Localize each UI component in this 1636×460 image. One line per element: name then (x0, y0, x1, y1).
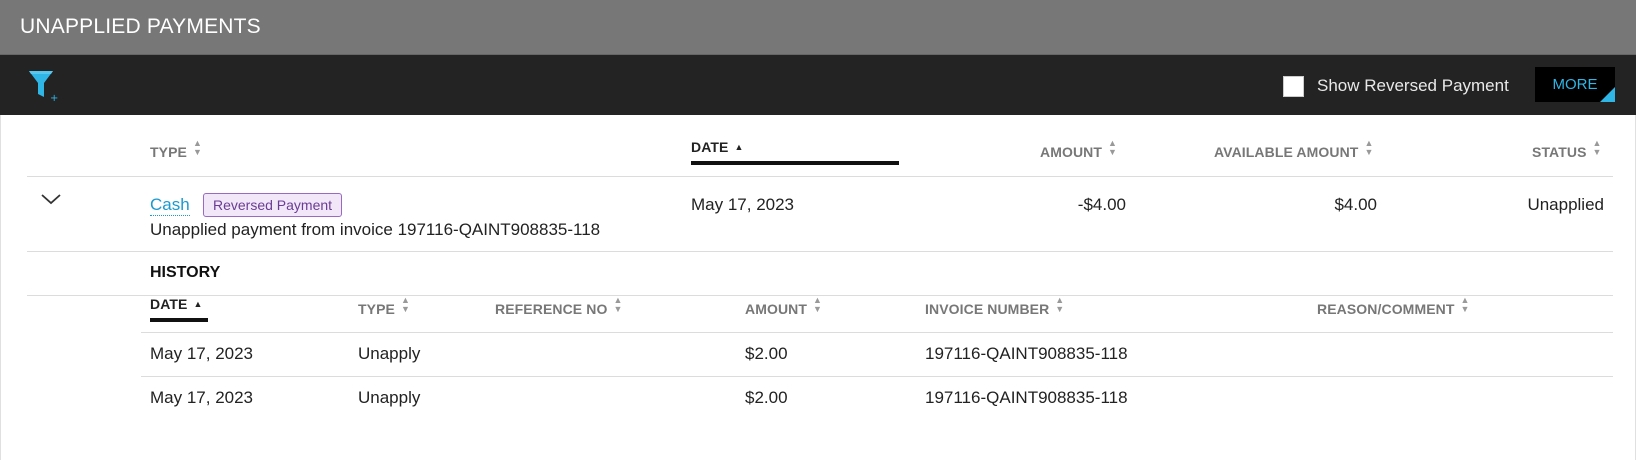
sort-icon: ▲ ▼ (1364, 138, 1374, 157)
active-sort-indicator (150, 318, 208, 322)
history-header-type[interactable]: TYPE ▲ ▼ (358, 295, 410, 318)
divider (27, 251, 1613, 252)
show-reversed-payment-label: Show Reversed Payment (1317, 76, 1509, 95)
page-title: UNAPPLIED PAYMENTS (20, 15, 261, 38)
collapse-row-chevron-icon[interactable] (39, 192, 63, 206)
column-header-status[interactable]: STATUS ▲ ▼ (1532, 138, 1602, 161)
payments-panel: TYPE ▲ ▼ DATE ▲ AMOUNT ▲ ▼ AVAILABLE AMOUNT ▲ ▼… (0, 115, 1636, 460)
history-header-type-label: TYPE (358, 301, 395, 317)
sort-icon: ▲ ▼ (813, 295, 823, 314)
sort-ascending-icon: ▲ (193, 299, 203, 309)
column-header-date-label: DATE (691, 139, 729, 155)
svg-text:+: + (50, 93, 58, 103)
sort-ascending-icon: ▲ (734, 142, 744, 152)
sort-icon: ▲ ▼ (1460, 295, 1470, 314)
column-header-amount[interactable]: AMOUNT ▲ ▼ (1040, 138, 1118, 161)
history-invoice-number: 197116-QAINT908835-118 (925, 388, 1128, 407)
toolbar: + Show Reversed Payment MORE (0, 55, 1636, 115)
history-header-reference-no-label: REFERENCE NO (495, 301, 608, 317)
payment-amount: -$4.00 (1077, 195, 1126, 214)
filter-add-icon: + (29, 71, 58, 104)
page-header: UNAPPLIED PAYMENTS (0, 0, 1636, 55)
sort-icon: ▲ ▼ (1592, 138, 1602, 157)
payment-type-link[interactable]: Cash (150, 195, 190, 216)
divider (141, 376, 1613, 377)
divider (27, 176, 1613, 177)
history-header-amount-label: AMOUNT (745, 301, 808, 317)
divider (141, 332, 1613, 333)
history-header-reason-comment[interactable]: REASON/COMMENT ▲ ▼ (1317, 295, 1470, 318)
column-header-amount-label: AMOUNT (1040, 144, 1103, 160)
history-invoice-number: 197116-QAINT908835-118 (925, 344, 1128, 363)
show-reversed-payment-checkbox[interactable] (1283, 75, 1304, 97)
history-header-reference-no[interactable]: REFERENCE NO ▲ ▼ (495, 295, 623, 318)
history-header-invoice-number[interactable]: INVOICE NUMBER ▲ ▼ (925, 295, 1065, 318)
sort-icon: ▲ ▼ (613, 295, 623, 314)
history-header-date-label: DATE (150, 296, 188, 312)
history-amount: $2.00 (745, 344, 788, 363)
active-sort-indicator (691, 161, 899, 165)
more-button[interactable]: MORE (1535, 67, 1615, 102)
corner-triangle-icon (1600, 87, 1615, 102)
more-button-label: MORE (1552, 76, 1598, 93)
sort-icon: ▲ ▼ (192, 138, 202, 157)
column-header-type[interactable]: TYPE ▲ ▼ (150, 138, 202, 161)
history-type: Unapply (358, 344, 421, 363)
history-date: May 17, 2023 (150, 344, 254, 363)
history-title: HISTORY (150, 264, 221, 281)
history-header-amount[interactable]: AMOUNT ▲ ▼ (745, 295, 823, 318)
column-header-available-amount-label: AVAILABLE AMOUNT (1214, 144, 1359, 160)
payment-description: Unapplied payment from invoice 197116-QA… (150, 220, 601, 239)
filter-add-button[interactable]: + (26, 67, 60, 104)
history-date: May 17, 2023 (150, 388, 254, 407)
reversed-payment-badge: Reversed Payment (203, 193, 343, 217)
history-header-invoice-number-label: INVOICE NUMBER (925, 301, 1050, 317)
column-header-status-label: STATUS (1532, 144, 1587, 160)
payment-status: Unapplied (1527, 195, 1604, 214)
payment-available-amount: $4.00 (1334, 195, 1377, 214)
history-amount: $2.00 (745, 388, 788, 407)
payment-date: May 17, 2023 (691, 195, 795, 214)
column-header-type-label: TYPE (150, 144, 187, 160)
column-header-available-amount[interactable]: AVAILABLE AMOUNT ▲ ▼ (1214, 138, 1374, 161)
sort-icon: ▲ ▼ (1108, 138, 1118, 157)
sort-icon: ▲ ▼ (1055, 295, 1065, 314)
history-header-reason-comment-label: REASON/COMMENT (1317, 301, 1455, 317)
history-type: Unapply (358, 388, 421, 407)
history-header-date[interactable]: DATE ▲ (150, 296, 203, 312)
show-reversed-payment-toggle[interactable]: Show Reversed Payment (1283, 74, 1509, 98)
sort-icon: ▲ ▼ (400, 295, 410, 314)
column-header-date[interactable]: DATE ▲ (691, 139, 744, 155)
